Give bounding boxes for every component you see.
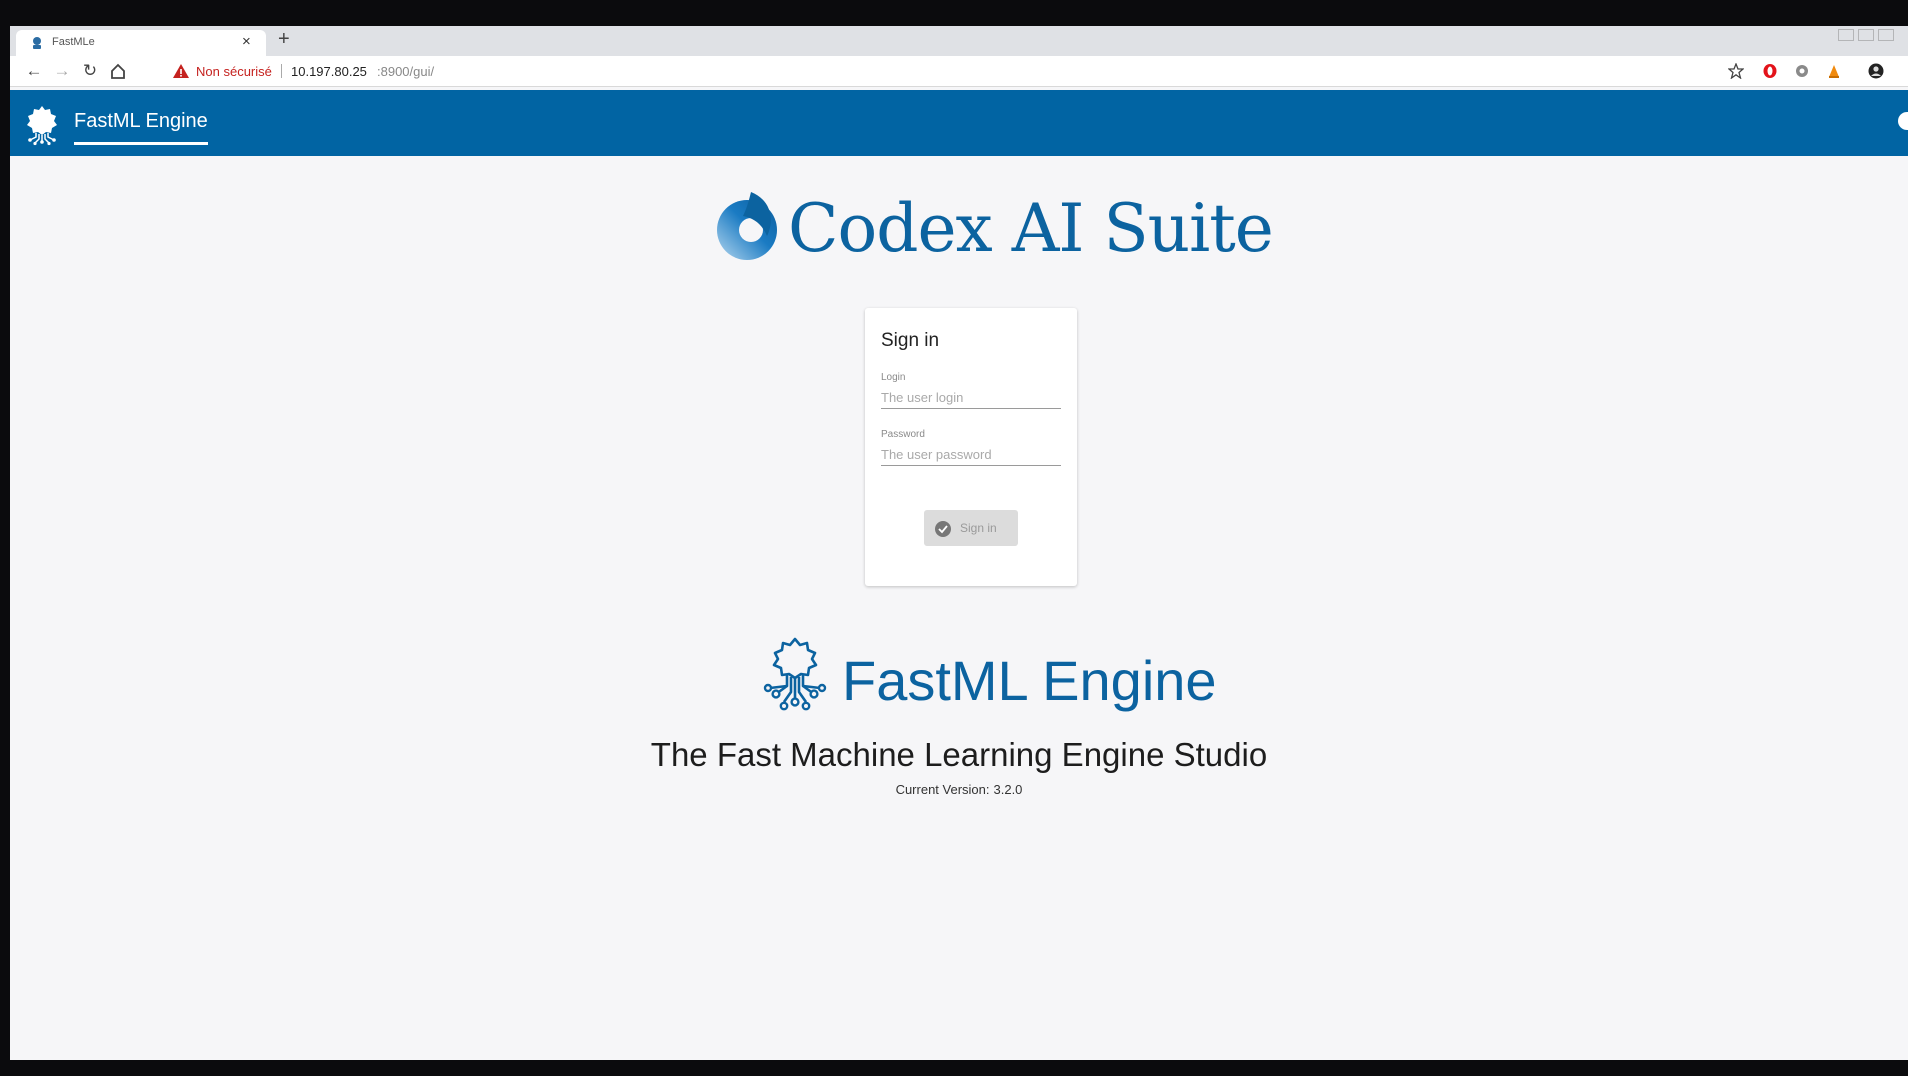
signin-button[interactable]: Sign in <box>924 510 1018 546</box>
signin-card: Sign in Login Password Sign in <box>865 308 1077 586</box>
browser-tab[interactable]: FastMLe × <box>16 30 266 56</box>
url-host: 10.197.80.25 <box>291 64 367 79</box>
profile-avatar-icon[interactable] <box>1868 63 1884 79</box>
fastml-logo-icon[interactable] <box>24 104 60 146</box>
bookmark-star-icon[interactable] <box>1728 63 1744 79</box>
app-header: FastML Engine <box>10 90 1908 156</box>
active-tab-indicator <box>74 142 208 145</box>
login-input[interactable] <box>881 386 1061 409</box>
warning-icon <box>173 64 189 78</box>
version-label: Current Version: <box>895 782 990 797</box>
close-window-icon[interactable] <box>1878 29 1894 41</box>
password-input[interactable] <box>881 443 1061 466</box>
minimize-icon[interactable] <box>1838 29 1854 41</box>
tab-title: FastMLe <box>52 36 95 48</box>
address-bar[interactable]: Non sécurisé 10.197.80.25 :8900/gui/ <box>156 60 1766 82</box>
vlc-extension-icon[interactable] <box>1826 63 1842 79</box>
check-circle-icon <box>935 521 951 537</box>
suite-title: Codex AI Suite <box>788 190 1274 267</box>
user-menu-icon[interactable] <box>1898 112 1908 130</box>
grey-extension-icon[interactable] <box>1794 63 1810 79</box>
back-arrow-icon[interactable]: ← <box>24 61 44 81</box>
signin-button-label: Sign in <box>960 521 997 535</box>
password-label: Password <box>881 429 925 440</box>
tab-strip: FastMLe × + <box>10 26 1908 56</box>
fastml-engine-logo-icon <box>763 637 827 711</box>
login-label: Login <box>881 372 906 383</box>
address-separator <box>281 64 282 78</box>
new-tab-icon[interactable]: + <box>278 28 290 51</box>
home-icon[interactable] <box>108 61 128 81</box>
app-header-title[interactable]: FastML Engine <box>74 110 208 133</box>
security-indicator[interactable]: Non sécurisé <box>196 64 272 79</box>
forward-arrow-icon[interactable]: → <box>52 61 72 81</box>
engine-title: FastML Engine <box>842 649 1217 712</box>
signin-title: Sign in <box>881 330 940 351</box>
opera-extension-icon[interactable] <box>1762 63 1778 79</box>
version-info: Current Version: 3.2.0 <box>10 782 1908 797</box>
version-number: 3.2.0 <box>993 782 1023 797</box>
url-path: :8900/gui/ <box>377 64 435 79</box>
browser-window: FastMLe × + ← → ↻ Non sécurisé 10.197.80… <box>10 26 1908 1060</box>
close-tab-icon[interactable]: × <box>242 33 251 50</box>
window-controls[interactable] <box>1838 28 1908 42</box>
reload-icon[interactable]: ↻ <box>80 61 100 81</box>
fastml-favicon-icon <box>33 37 41 49</box>
maximize-icon[interactable] <box>1858 29 1874 41</box>
engine-tagline: The Fast Machine Learning Engine Studio <box>650 736 1268 773</box>
browser-toolbar: ← → ↻ Non sécurisé 10.197.80.25 :8900/gu… <box>10 56 1908 87</box>
codex-logo-icon <box>717 192 777 260</box>
